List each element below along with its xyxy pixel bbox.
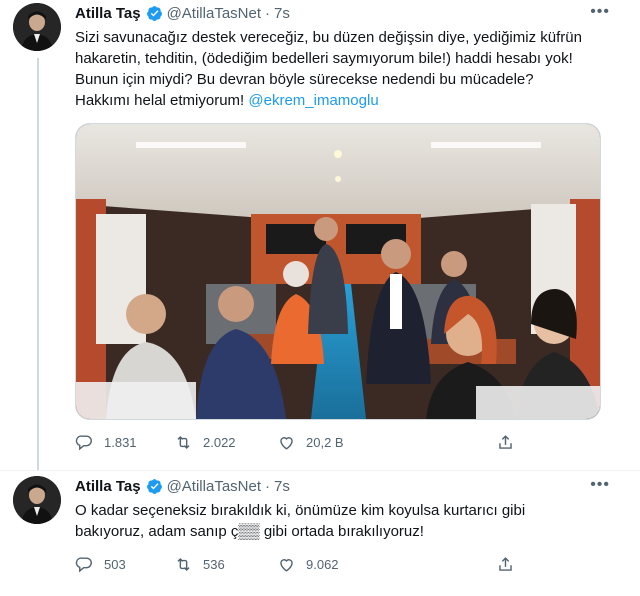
retweet-icon: [177, 435, 190, 449]
tweet-photo[interactable]: [75, 123, 601, 420]
display-name[interactable]: Atilla Taş: [75, 5, 141, 22]
reply-icon: [75, 556, 92, 572]
share-button[interactable]: [496, 433, 525, 452]
retweet-button[interactable]: 2.022: [174, 433, 236, 452]
separator-dot: ·: [265, 477, 271, 495]
tweet-text-line: Hakkımı helal etmiyorum! @ekrem_imamoglu: [75, 90, 610, 111]
user-handle[interactable]: @AtillaTasNet: [167, 478, 261, 495]
reply-button[interactable]: 1.831: [75, 433, 137, 452]
like-button[interactable]: 20,2 B: [277, 433, 344, 452]
retweet-icon: [177, 557, 190, 571]
tweet-text-line: Bunun için miydi? Bu devran böyle sürece…: [75, 71, 534, 88]
verified-badge-icon: [146, 5, 163, 22]
tweet-text-line: hakaretin, tehditin, (ödediğim bedelleri…: [75, 50, 573, 67]
separator-dot: ·: [265, 4, 271, 22]
like-count: 20,2 B: [306, 434, 344, 450]
reply-button[interactable]: 503: [75, 555, 126, 574]
reply-count: 503: [104, 556, 126, 572]
timestamp[interactable]: 7s: [274, 478, 290, 495]
display-name[interactable]: Atilla Taş: [75, 478, 141, 495]
tweet-header: Atilla Taş @AtillaTasNet · 7s: [75, 475, 290, 497]
tweet-text-segment: Hakkımı helal etmiyorum!: [75, 92, 245, 109]
avatar[interactable]: [13, 476, 61, 524]
reply-count: 1.831: [104, 434, 137, 450]
like-count: 9.062: [306, 556, 339, 572]
tweet-text: O kadar seçeneksiz bırakıldık ki, önümüz…: [75, 500, 610, 542]
timestamp[interactable]: 7s: [274, 5, 290, 22]
retweet-button[interactable]: 536: [174, 555, 225, 574]
reply-icon: [75, 434, 92, 450]
heart-icon: [280, 436, 293, 450]
retweet-count: 536: [203, 556, 225, 572]
mention-link[interactable]: @ekrem_imamoglu: [248, 92, 378, 109]
more-icon[interactable]: •••: [590, 476, 610, 494]
tweet-actions: 1.831 2.022 20,2 B: [75, 432, 535, 452]
heart-icon: [280, 558, 293, 572]
bus-interior-photo: [76, 124, 600, 419]
share-button[interactable]: [496, 555, 525, 574]
tweet-text: Sizi savunacağız destek vereceğiz, bu dü…: [75, 27, 610, 111]
avatar[interactable]: [13, 3, 61, 51]
tweet-header: Atilla Taş @AtillaTasNet · 7s: [75, 2, 290, 24]
tweet-text-line: Sizi savunacağız destek vereceğiz, bu dü…: [75, 29, 582, 46]
tweet-actions: 503 536 9.062: [75, 554, 535, 574]
more-icon[interactable]: •••: [590, 3, 610, 21]
share-icon: [499, 556, 512, 571]
tweet-2[interactable]: Atilla Taş @AtillaTasNet · 7s ••• O kada…: [0, 471, 640, 596]
user-handle[interactable]: @AtillaTasNet: [167, 5, 261, 22]
retweet-count: 2.022: [203, 434, 236, 450]
verified-badge-icon: [146, 478, 163, 495]
tweet-text-line: O kadar seçeneksiz bırakıldık ki, önümüz…: [75, 502, 526, 519]
share-icon: [499, 434, 512, 449]
like-button[interactable]: 9.062: [277, 555, 339, 574]
tweet-1[interactable]: Atilla Taş @AtillaTasNet · 7s ••• Sizi s…: [0, 0, 640, 470]
tweet-text-line: bakıyoruz, adam sanıp ç▒▒ gibi ortada bı…: [75, 523, 424, 540]
